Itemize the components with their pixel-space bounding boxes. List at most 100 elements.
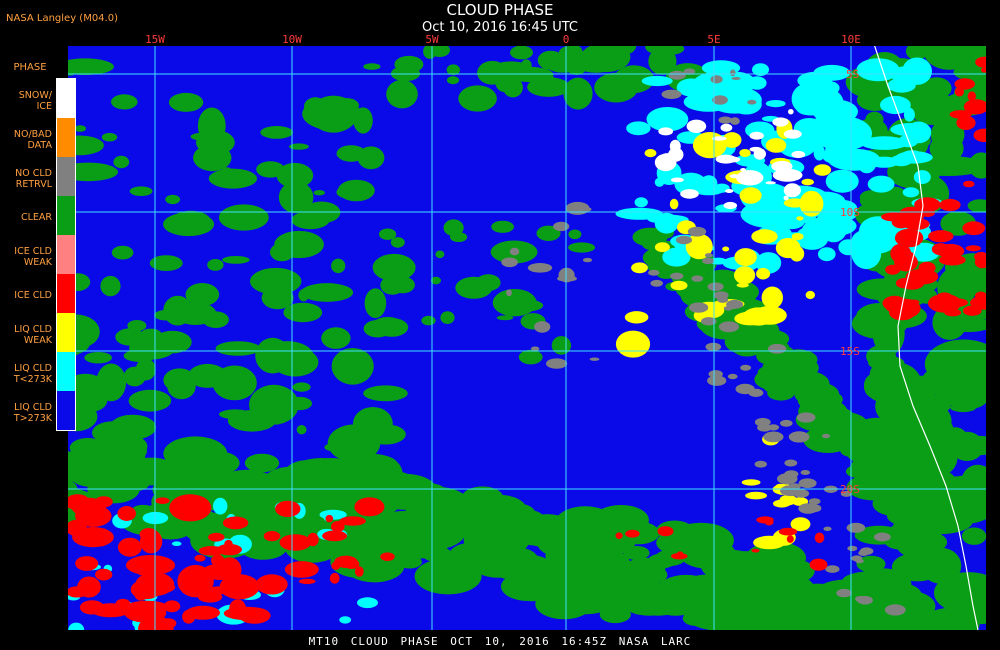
clear-patch [503, 509, 546, 532]
clear-patch [244, 453, 280, 473]
no-retrieval-pixel [530, 346, 540, 351]
snow-ice-pixel [686, 119, 707, 133]
ice-cloud [263, 531, 281, 542]
clear-patch [592, 512, 628, 532]
ice-cloud [890, 243, 912, 264]
ice-cloud [279, 534, 312, 551]
ice-cloud [126, 555, 175, 576]
weak-liquid-cloud [631, 262, 648, 274]
cold-liquid-cloud [813, 64, 851, 81]
ice-cloud [77, 576, 101, 598]
clear-patch [913, 97, 937, 107]
clear-patch [563, 77, 593, 110]
clear-patch [265, 407, 284, 420]
clear-patch [259, 393, 285, 403]
no-retrieval-pixel [884, 604, 906, 616]
ice-cloud [284, 561, 319, 578]
clear-patch [113, 155, 130, 169]
legend-swatch-liq-cld-cold [57, 352, 75, 391]
footer-caption: MT10 CLOUD PHASE OCT 10, 2016 16:45Z NAS… [308, 635, 692, 648]
no-retrieval-pixel [689, 302, 709, 313]
no-retrieval-pixel [754, 460, 767, 468]
weak-liquid-cloud [813, 164, 832, 176]
clear-patch [202, 311, 229, 329]
snow-ice-pixel [723, 201, 738, 210]
no-retrieval-pixel [713, 291, 729, 300]
clear-patch [363, 63, 381, 70]
no-retrieval-pixel [661, 89, 682, 99]
lon-label-5w: 5W [425, 33, 439, 46]
weak-liquid-cloud [692, 132, 727, 159]
no-retrieval-pixel [846, 522, 866, 533]
clear-patch [446, 76, 460, 85]
ice-cloud [125, 600, 169, 616]
no-retrieval-pixel [798, 478, 817, 489]
ice-cloud [155, 497, 170, 505]
clear-patch [493, 535, 518, 548]
no-retrieval-pixel [858, 550, 869, 556]
ice-cloud [814, 532, 825, 544]
snow-ice-pixel [783, 195, 789, 201]
no-retrieval-pixel [691, 275, 704, 282]
no-retrieval-pixel [754, 417, 771, 427]
no-retrieval-pixel [687, 226, 707, 237]
clear-patch [304, 97, 327, 116]
ice-cloud [194, 554, 206, 562]
clear-patch [111, 94, 138, 110]
clear-patch [920, 547, 962, 584]
cold-liquid-cloud [755, 200, 783, 212]
cold-liquid-cloud [171, 541, 182, 546]
clear-patch [300, 283, 354, 302]
ice-cloud [778, 527, 798, 536]
snow-ice-pixel [783, 129, 802, 139]
clear-patch [165, 194, 181, 205]
cold-liquid-cloud [818, 250, 833, 257]
ice-cloud [255, 574, 288, 595]
no-retrieval-pixel [527, 263, 553, 273]
lon-label-5e: 5E [707, 33, 721, 46]
clear-patch [364, 288, 387, 318]
page-title: CLOUD PHASE [446, 1, 554, 19]
lon-label-15w: 15W [145, 33, 165, 46]
cold-liquid-cloud [357, 597, 378, 609]
clear-patch [331, 258, 346, 274]
clear-patch [948, 363, 979, 399]
ice-cloud [339, 516, 366, 526]
ice-cloud [914, 197, 941, 212]
no-retrieval-pixel [557, 275, 577, 282]
clear-patch [101, 132, 118, 142]
clear-patch [390, 276, 415, 294]
ice-cloud [657, 526, 674, 537]
weak-liquid-cloud [796, 216, 804, 221]
clear-patch [435, 250, 445, 259]
no-retrieval-pixel [763, 431, 784, 443]
cold-liquid-cloud [634, 197, 648, 208]
weak-liquid-cloud [761, 286, 783, 309]
lon-label-10w: 10W [282, 33, 302, 46]
lat-label-5s: 5S [846, 68, 860, 81]
legend-label-snow-ice: SNOW/ ICE [18, 90, 52, 112]
ice-cloud [224, 539, 233, 548]
clear-patch [189, 289, 202, 297]
cold-liquid-cloud [615, 207, 663, 220]
lon-label-10e: 10E [841, 33, 861, 46]
map-imagery [68, 46, 986, 630]
clear-patch [68, 58, 114, 75]
no-retrieval-pixel [534, 321, 551, 333]
ice-cloud [973, 128, 986, 142]
clear-patch [111, 245, 134, 260]
legend-label-no-bad-data: NO/BAD DATA [13, 129, 52, 151]
snow-ice-pixel [720, 123, 733, 132]
no-retrieval-pixel [501, 257, 518, 268]
clear-patch [933, 141, 956, 151]
ice-cloud [222, 516, 249, 530]
no-retrieval-pixel [851, 555, 863, 562]
ice-cloud [615, 532, 623, 539]
clear-patch [477, 60, 508, 85]
clear-patch [277, 347, 305, 365]
weak-liquid-cloud [756, 267, 771, 280]
clear-patch [71, 388, 108, 413]
ice-cloud [751, 548, 760, 553]
ice-cloud [956, 115, 976, 130]
weak-liquid-cloud [624, 311, 649, 324]
